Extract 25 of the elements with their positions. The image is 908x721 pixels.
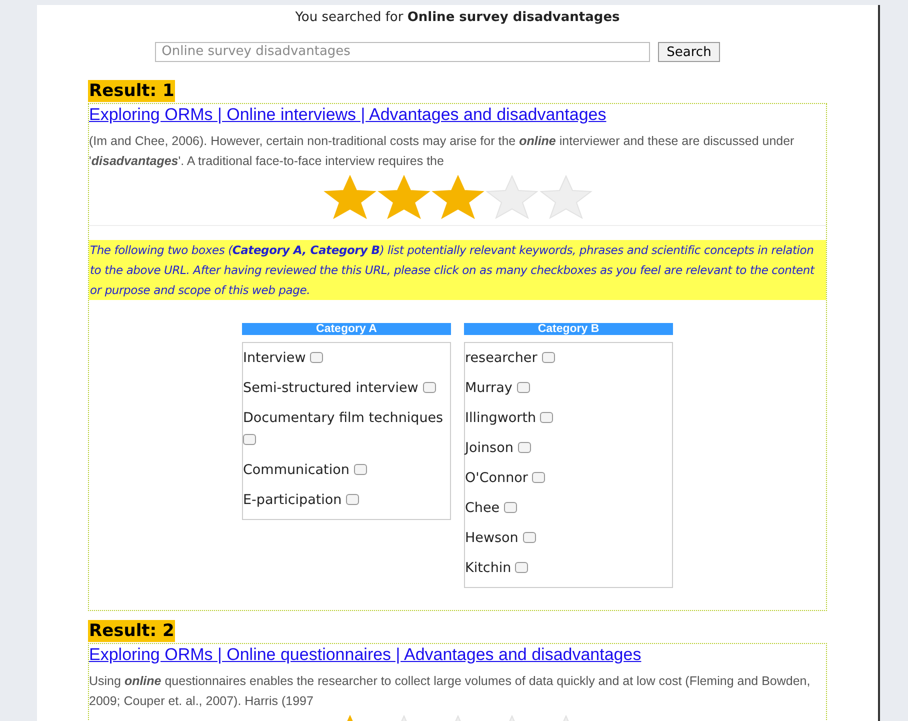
keyword-option[interactable]: Kitchin <box>465 552 672 582</box>
result-link[interactable]: Exploring ORMs | Online questionnaires | Advantages and disadvantages <box>89 644 642 664</box>
keyword-option[interactable]: Communication <box>243 454 450 484</box>
result-label: Result: 1 <box>88 80 176 102</box>
keyword-option[interactable]: Hewson <box>465 522 672 552</box>
category-header: Category A <box>242 322 451 334</box>
search-button[interactable]: Search <box>658 42 720 62</box>
keyword-option[interactable]: Chee <box>465 492 672 522</box>
category-header: Category B <box>464 322 673 334</box>
keyword-option[interactable]: O'Connor <box>465 462 672 492</box>
keyword-option[interactable]: researcher <box>465 342 672 372</box>
search-summary: You searched for Online survey disadvantages <box>295 9 620 27</box>
result-snippet: (Im and Chee, 2006). However, certain non-traditional costs may arise for the online interviewer and these are discussed under 'disadvantages'. A traditional face-to-face interview requires the <box>89 132 796 170</box>
keyword-option[interactable]: Interview <box>243 342 450 372</box>
keyword-option[interactable]: Murray <box>465 372 672 402</box>
result-snippet: Using online questionnaires enables the researcher to collect large volumes of data quickly and at low cost (Fleming and Bowden, 2009; Couper et. al., 2007). Harris (1997 <box>89 672 812 710</box>
result-link[interactable]: Exploring ORMs | Online interviews | Advantages and disadvantages <box>89 104 606 124</box>
keyword-option[interactable]: Joinson <box>465 432 672 462</box>
keyword-option[interactable]: Illingworth <box>465 402 672 432</box>
keyword-option[interactable]: E-participation <box>243 484 450 514</box>
keyword-option[interactable]: Semi-structured interview <box>243 372 450 402</box>
instructions-text: The following two boxes (Category A, Category B) list potentially relevant keywords, phrases and scientific concepts in relation to the above URL. After having reviewed the this URL, please click on as many checkboxes as you feel are relevant to the content or purpose and scope of this web page. <box>89 240 826 300</box>
result-label: Result: 2 <box>88 620 176 642</box>
keyword-option[interactable]: Documentary film techniques <box>243 402 450 454</box>
search-field[interactable]: Online survey disadvantages <box>154 42 650 62</box>
